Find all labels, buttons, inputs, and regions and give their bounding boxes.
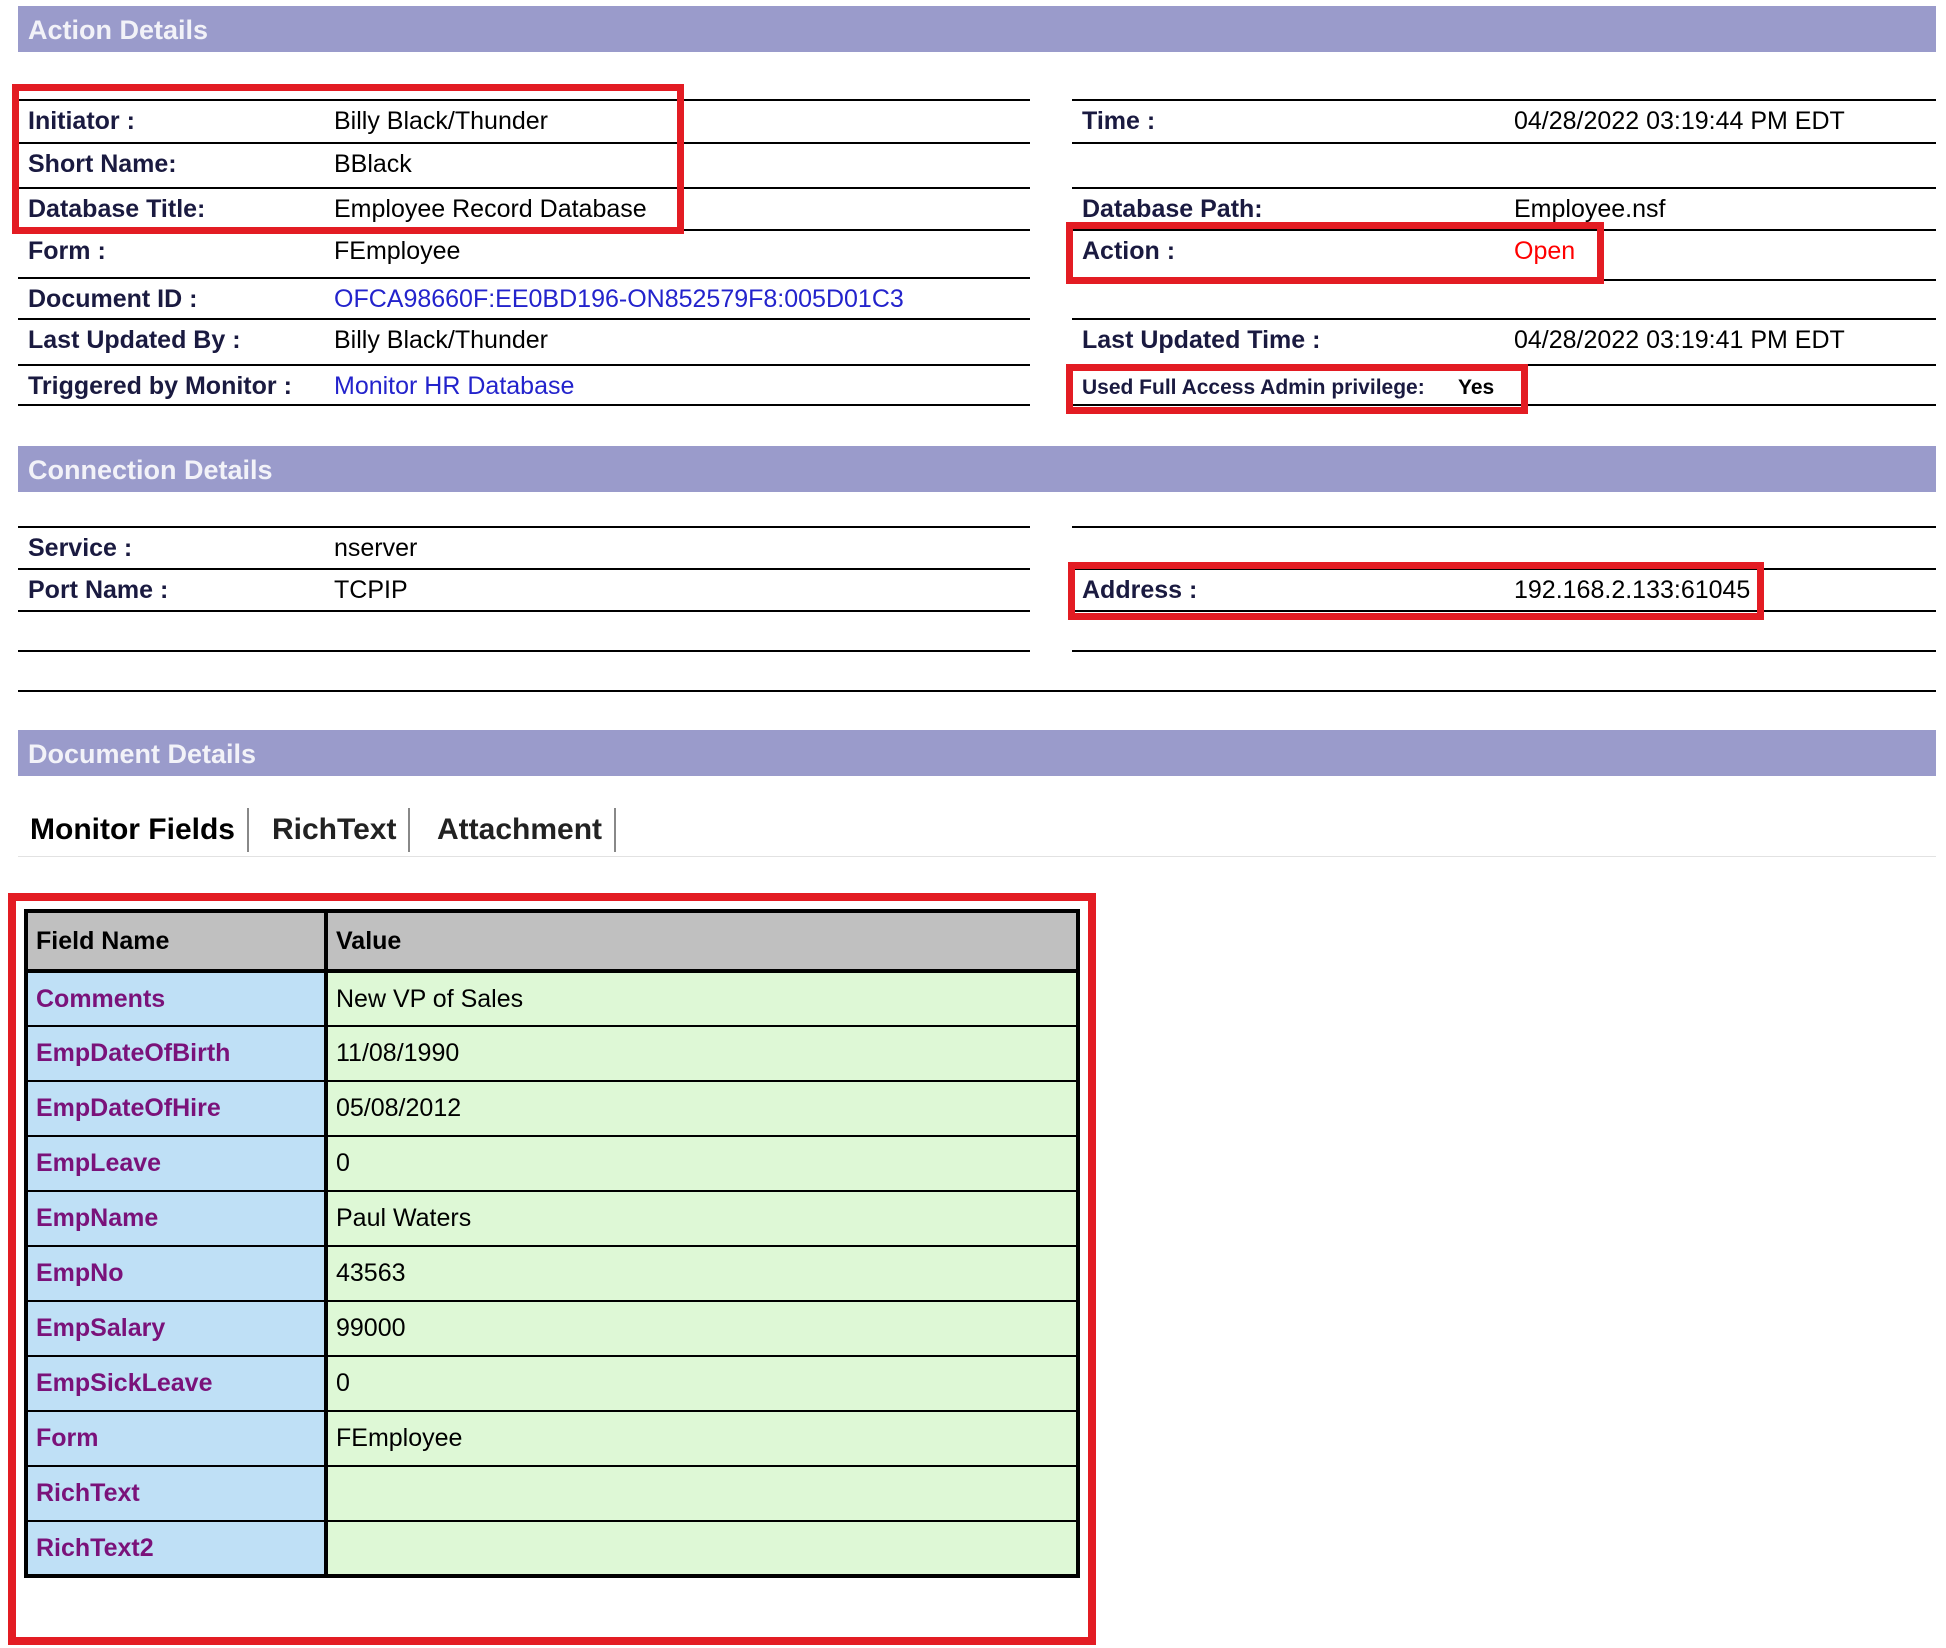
triggered-by-monitor-row: Triggered by Monitor : Monitor HR Databa…	[18, 364, 1030, 406]
field-name-cell: EmpNo	[25, 1245, 328, 1302]
service-row: Service : nserver	[18, 526, 1030, 568]
table-row: EmpNo 43563	[25, 1245, 1079, 1302]
port-name-row: Port Name : TCPIP	[18, 568, 1030, 610]
last-updated-by-row: Last Updated By : Billy Black/Thunder	[18, 318, 1030, 360]
action-details-title: Action Details	[28, 15, 209, 45]
field-name-cell: EmpSalary	[25, 1300, 328, 1357]
time-label: Time :	[1082, 107, 1156, 135]
field-name-cell: Comments	[25, 970, 328, 1027]
field-name-cell: EmpSickLeave	[25, 1355, 328, 1412]
highlight-box-identity	[12, 84, 684, 234]
service-value: nserver	[334, 534, 418, 562]
field-value-cell	[325, 1465, 1079, 1522]
field-name-cell: EmpDateOfHire	[25, 1080, 328, 1137]
form-value: FEmployee	[334, 237, 461, 265]
field-name-cell: EmpDateOfBirth	[25, 1025, 328, 1082]
database-path-label: Database Path:	[1082, 195, 1263, 223]
last-updated-by-value: Billy Black/Thunder	[334, 326, 548, 354]
tab-attachment[interactable]: Attachment	[425, 808, 617, 852]
divider	[1072, 650, 1936, 652]
port-name-label: Port Name :	[28, 576, 169, 604]
table-row: EmpDateOfBirth 11/08/1990	[25, 1025, 1079, 1082]
table-row: EmpSalary 99000	[25, 1300, 1079, 1357]
divider	[18, 610, 1030, 612]
tab-richtext[interactable]: RichText	[260, 808, 411, 852]
field-name-cell: Form	[25, 1410, 328, 1467]
document-id-row: Document ID : OFCA98660F:EE0BD196-ON8525…	[18, 277, 1030, 319]
field-name-cell: RichText2	[25, 1520, 328, 1577]
document-details-header: Document Details	[18, 730, 1936, 776]
table-row: EmpDateOfHire 05/08/2012	[25, 1080, 1079, 1137]
form-label: Form :	[28, 237, 106, 265]
column-header-value: Value	[325, 910, 1079, 973]
field-value-cell: Paul Waters	[325, 1190, 1079, 1247]
table-row: EmpName Paul Waters	[25, 1190, 1079, 1247]
table-row: EmpSickLeave 0	[25, 1355, 1079, 1412]
tab-monitor-fields[interactable]: Monitor Fields	[18, 808, 249, 852]
field-value-cell: 05/08/2012	[325, 1080, 1079, 1137]
document-details-title: Document Details	[28, 739, 257, 769]
table-header-row: Field Name Value	[25, 910, 1079, 973]
highlight-box-action	[1066, 222, 1604, 284]
table-row: Form FEmployee	[25, 1410, 1079, 1467]
monitor-fields-table: Field Name Value Comments New VP of Sales…	[24, 909, 1080, 1578]
database-path-value: Employee.nsf	[1514, 195, 1666, 223]
action-details-header: Action Details	[18, 6, 1936, 52]
field-name-cell: EmpName	[25, 1190, 328, 1247]
monitor-fields-table-highlight: Field Name Value Comments New VP of Sales…	[8, 893, 1096, 1645]
field-name-cell: RichText	[25, 1465, 328, 1522]
divider	[18, 690, 1936, 692]
field-value-cell: 99000	[325, 1300, 1079, 1357]
monitor-link[interactable]: Monitor HR Database	[334, 372, 574, 401]
divider	[1072, 142, 1936, 144]
last-updated-time-row: Last Updated Time : 04/28/2022 03:19:41 …	[1072, 318, 1936, 360]
field-value-cell: New VP of Sales	[325, 970, 1079, 1027]
highlight-box-full-access	[1066, 364, 1528, 414]
field-name-cell: EmpLeave	[25, 1135, 328, 1192]
highlight-box-address	[1068, 562, 1764, 620]
divider	[18, 404, 1030, 406]
document-tabs: Monitor Fields RichText Attachment	[18, 800, 1936, 857]
time-row: Time : 04/28/2022 03:19:44 PM EDT	[1072, 99, 1936, 141]
last-updated-time-label: Last Updated Time :	[1082, 326, 1321, 354]
connection-details-title: Connection Details	[28, 455, 273, 485]
document-id-link[interactable]: OFCA98660F:EE0BD196-ON852579F8:005D01C3	[334, 285, 904, 314]
field-value-cell: 11/08/1990	[325, 1025, 1079, 1082]
document-id-label: Document ID :	[28, 285, 198, 313]
triggered-by-monitor-label: Triggered by Monitor :	[28, 372, 292, 400]
table-row: RichText2	[25, 1520, 1079, 1577]
field-value-cell: FEmployee	[325, 1410, 1079, 1467]
service-label: Service :	[28, 534, 133, 562]
field-value-cell: 0	[325, 1135, 1079, 1192]
divider	[18, 650, 1030, 652]
time-value: 04/28/2022 03:19:44 PM EDT	[1514, 107, 1845, 135]
table-row: Comments New VP of Sales	[25, 970, 1079, 1027]
last-updated-time-value: 04/28/2022 03:19:41 PM EDT	[1514, 326, 1845, 354]
field-value-cell: 0	[325, 1355, 1079, 1412]
field-value-cell	[325, 1520, 1079, 1577]
connection-details-header: Connection Details	[18, 446, 1936, 492]
port-name-value: TCPIP	[334, 576, 408, 604]
last-updated-by-label: Last Updated By :	[28, 326, 241, 354]
table-row: RichText	[25, 1465, 1079, 1522]
divider	[1072, 526, 1936, 528]
table-row: EmpLeave 0	[25, 1135, 1079, 1192]
field-value-cell: 43563	[325, 1245, 1079, 1302]
form-row: Form : FEmployee	[18, 229, 1030, 271]
column-header-field-name: Field Name	[25, 910, 328, 973]
